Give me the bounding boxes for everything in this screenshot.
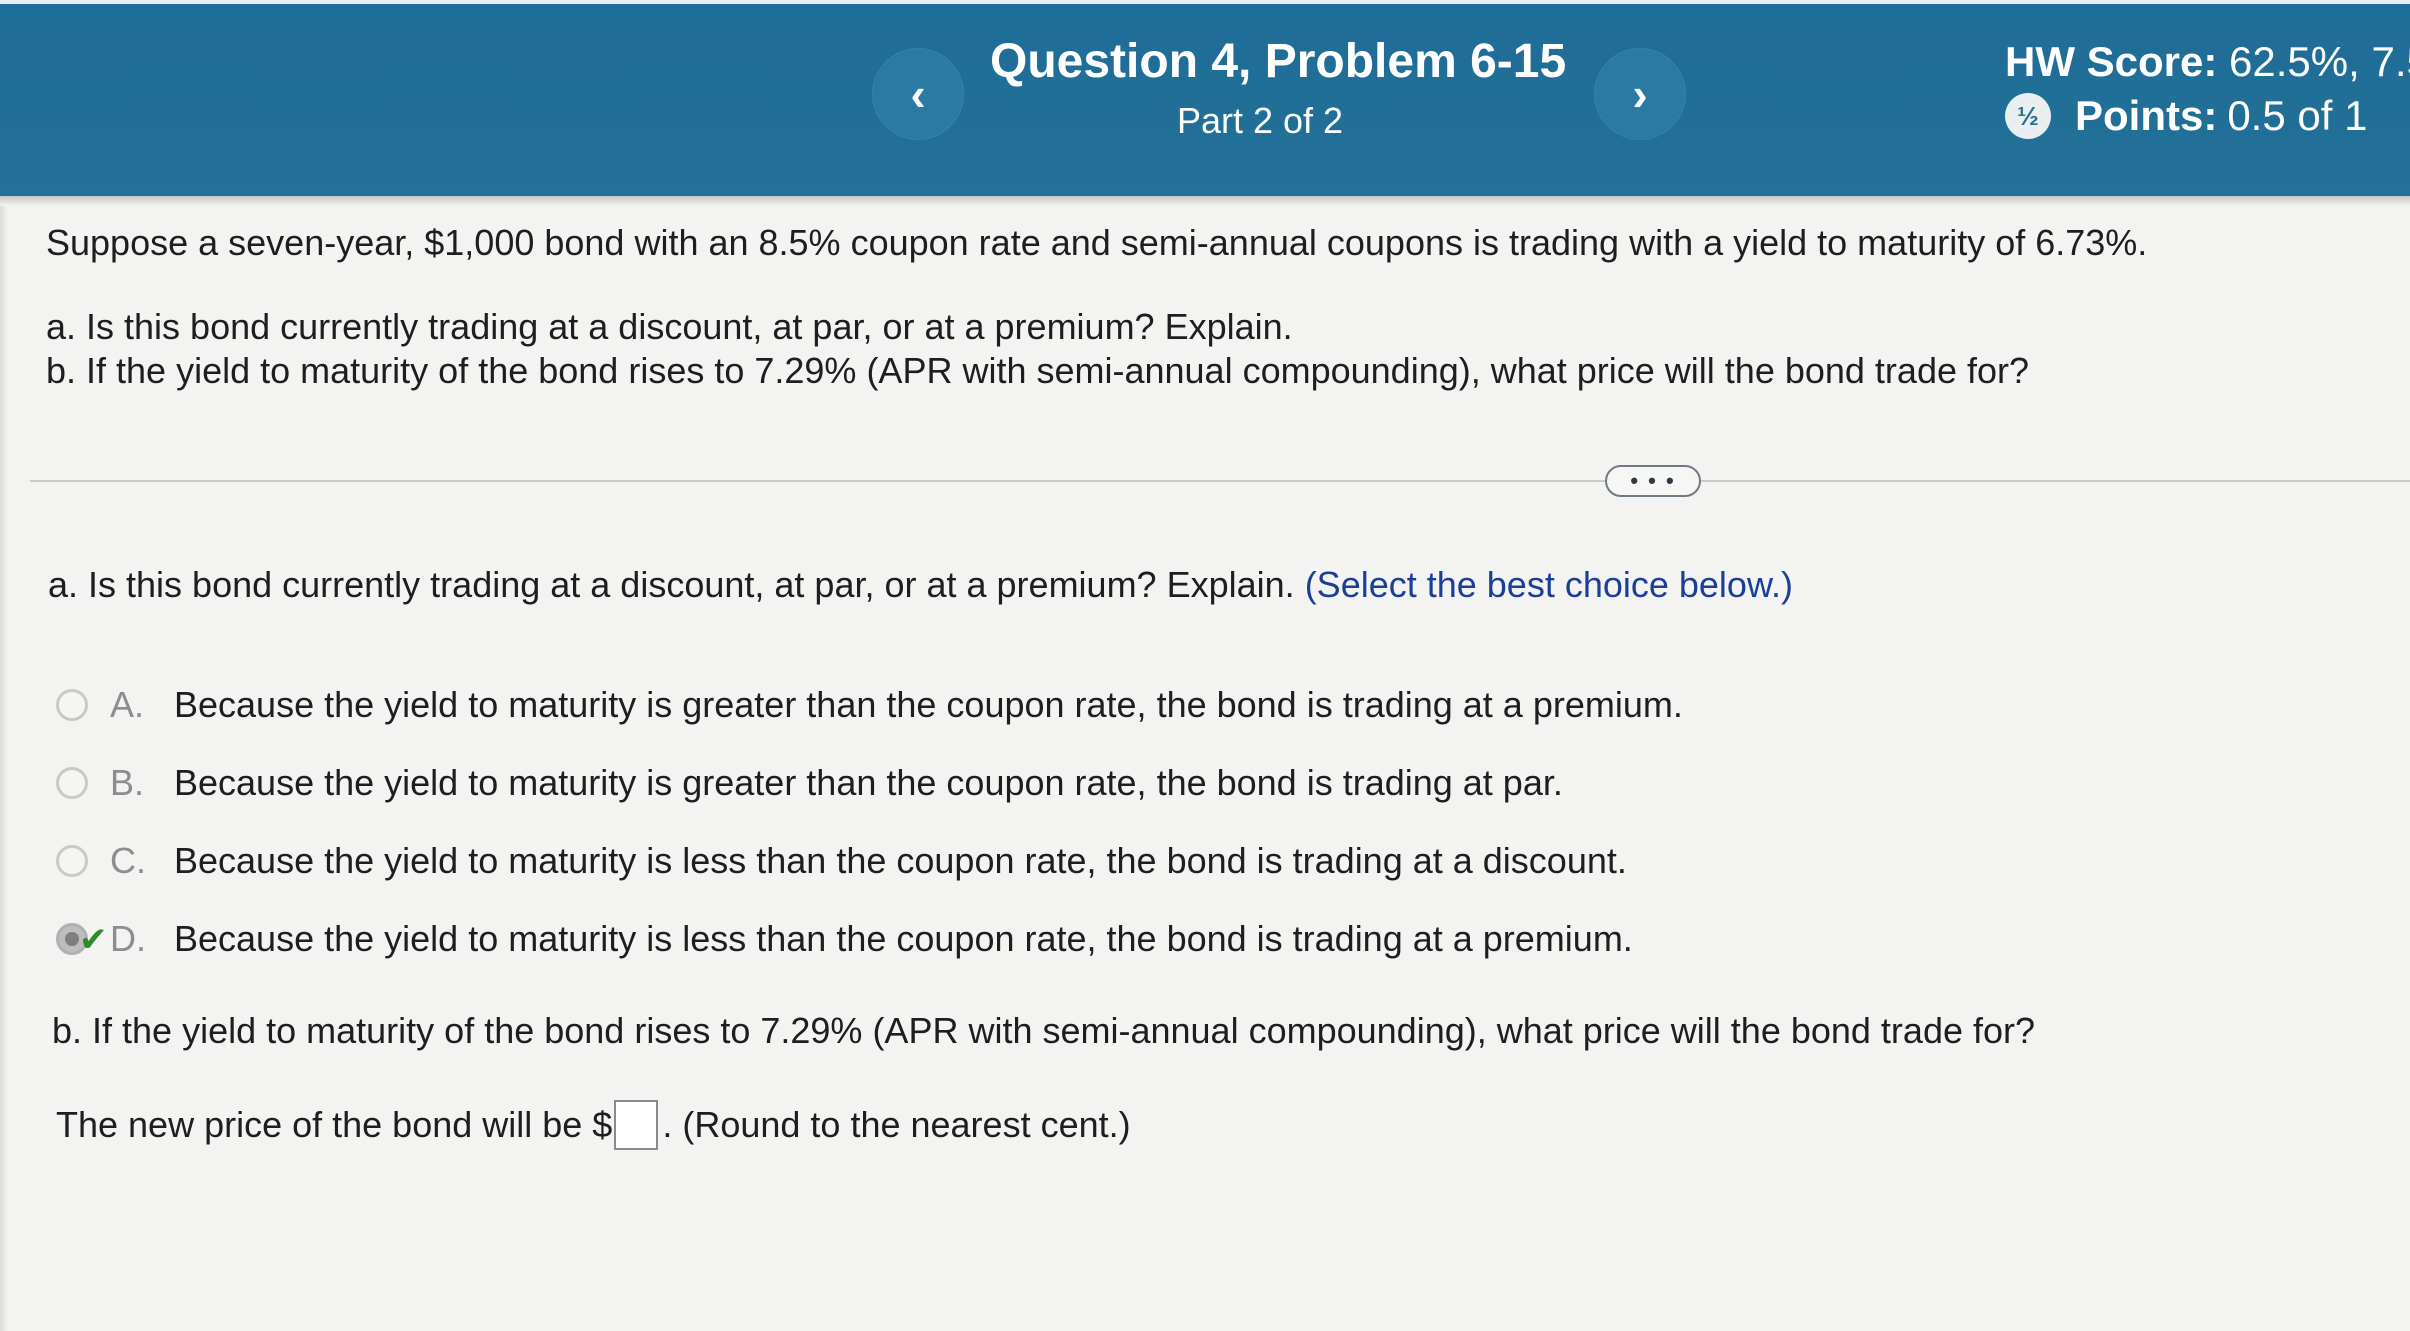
chevron-left-icon[interactable]: ‹: [872, 48, 964, 140]
option-text: Because the yield to maturity is less th…: [174, 918, 1633, 959]
radio-button-d[interactable]: ✔: [56, 921, 108, 959]
points-value: 0.5 of 1: [2227, 92, 2368, 139]
option-letter: A.: [110, 684, 145, 725]
answer-prefix: The new price of the bond will be $: [56, 1104, 613, 1145]
question-a-text: a. Is this bond currently trading at a d…: [48, 564, 1295, 605]
option-text: Because the yield to maturity is greater…: [174, 762, 1563, 803]
points-label: Points:: [2075, 92, 2218, 139]
hw-score: HW Score: 62.5%, 7.5: [2005, 38, 2410, 86]
left-edge: [0, 206, 8, 1331]
radio-button-c[interactable]: [56, 845, 88, 877]
problem-part-a: a. Is this bond currently trading at a d…: [46, 306, 1293, 347]
option-text: Because the yield to maturity is greater…: [174, 684, 1683, 725]
hw-score-value: 62.5%, 7.5: [2229, 38, 2410, 85]
top-bar: ‹ Question 4, Problem 6-15 Part 2 of 2 ›…: [0, 0, 2410, 196]
answer-line: The new price of the bond will be $ . (R…: [56, 1100, 1131, 1150]
question-b-text: b. If the yield to maturity of the bond …: [52, 1010, 2036, 1051]
question-title: Question 4, Problem 6-15: [990, 35, 1567, 88]
option-b[interactable]: B. Because the yield to maturity is grea…: [56, 760, 1563, 806]
header-shadow: [0, 196, 2410, 206]
radio-button-a[interactable]: [56, 689, 88, 721]
points: ½ Points: 0.5 of 1: [2005, 92, 2367, 140]
question-part: Part 2 of 2: [1176, 100, 1344, 141]
more-button[interactable]: • • •: [1605, 465, 1701, 497]
answer-input[interactable]: [614, 1100, 659, 1150]
option-text: Because the yield to maturity is less th…: [174, 840, 1627, 881]
option-c[interactable]: C. Because the yield to maturity is less…: [56, 838, 1627, 884]
chevron-right-icon[interactable]: ›: [1594, 48, 1686, 140]
partial-credit-icon: ½: [2005, 93, 2051, 139]
question-a-label: a. Is this bond currently trading at a d…: [48, 564, 1793, 606]
option-letter: D.: [110, 918, 146, 959]
question-a-hint: (Select the best choice below.): [1304, 564, 1793, 605]
divider: [30, 480, 2410, 482]
option-letter: B.: [110, 762, 145, 803]
option-a[interactable]: A. Because the yield to maturity is grea…: [56, 682, 1683, 728]
option-d[interactable]: ✔ D. Because the yield to maturity is le…: [56, 916, 1633, 962]
problem-part-b: b. If the yield to maturity of the bond …: [46, 350, 2030, 391]
hw-score-label: HW Score:: [2005, 38, 2218, 85]
option-letter: C.: [110, 840, 146, 881]
radio-button-b[interactable]: [56, 767, 88, 799]
answer-suffix: . (Round to the nearest cent.): [662, 1104, 1131, 1145]
problem-statement: Suppose a seven-year, $1,000 bond with a…: [46, 222, 2148, 263]
checkmark-icon: ✔: [79, 921, 108, 959]
